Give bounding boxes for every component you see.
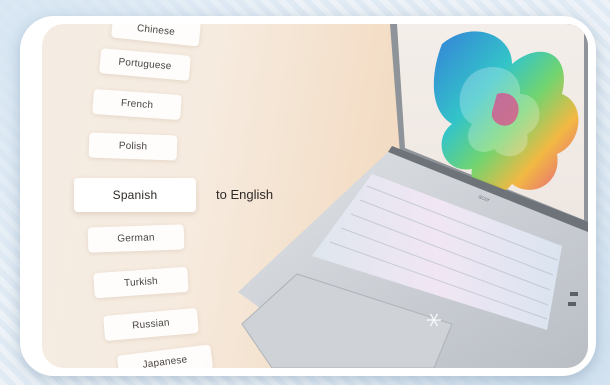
language-card-spanish: Spanish	[74, 178, 196, 212]
language-card-german: German	[87, 224, 185, 253]
snowflake-icon	[426, 312, 442, 328]
laptop-translation-image: acer Chinese Portuguese French Polish Sp…	[42, 24, 588, 368]
target-language-text: to English	[216, 187, 274, 202]
language-card-polish: Polish	[88, 132, 178, 161]
